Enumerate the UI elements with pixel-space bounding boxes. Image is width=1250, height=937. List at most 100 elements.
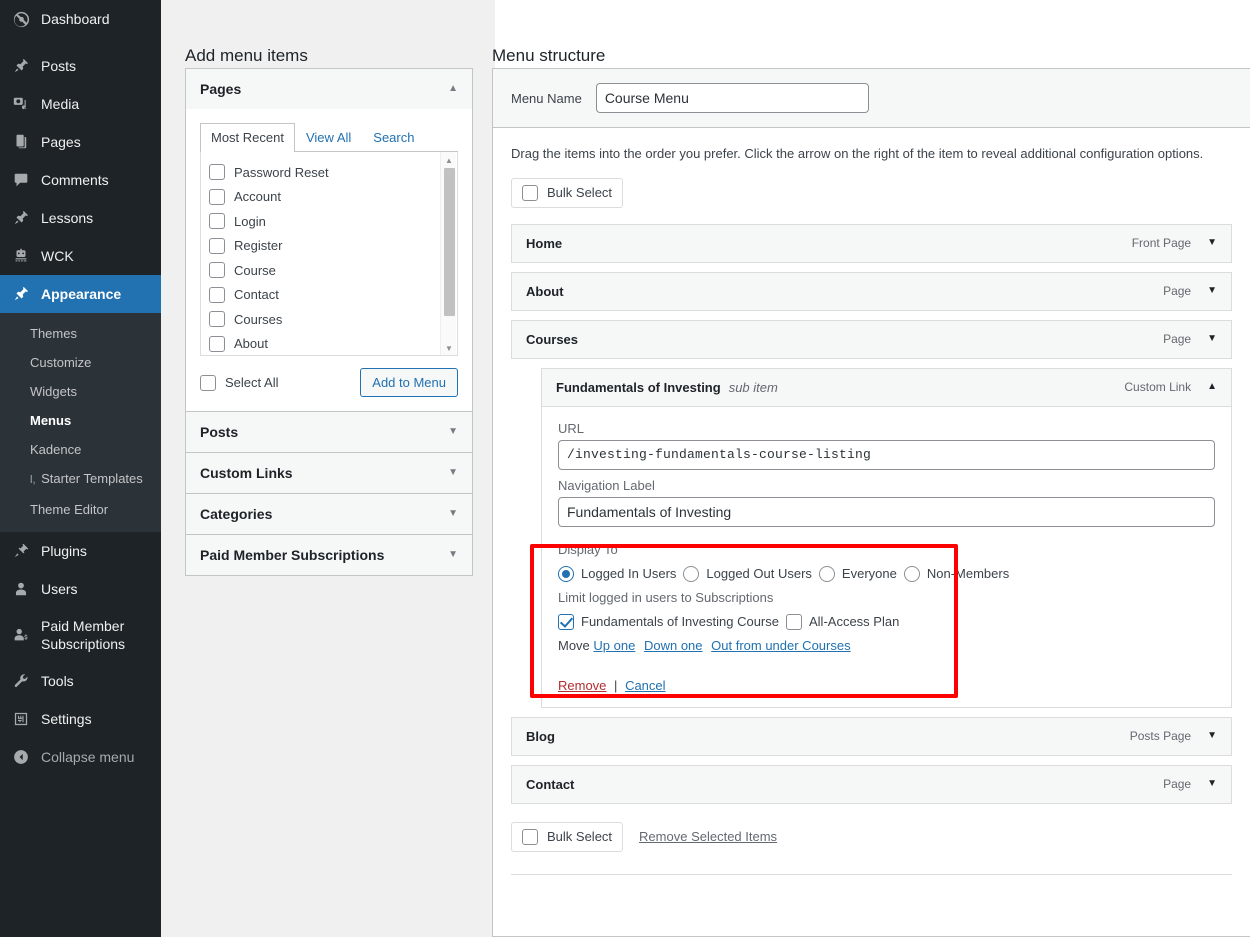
accordion-header-posts[interactable]: Posts ▼ [186,412,472,452]
chevron-down-icon[interactable]: ▼ [448,509,458,519]
page-checkbox[interactable] [209,237,225,254]
radio-non-members[interactable]: Non-Members [903,563,1009,585]
bulk-select-bottom[interactable]: Bulk Select [511,821,624,852]
checkbox-all-access-plan[interactable]: All-Access Plan [786,611,899,633]
menu-item-fundamentals-of-investing[interactable]: Fundamentals of Investing sub item Custo… [541,367,1232,708]
submenu-item-kadence[interactable]: Kadence [0,435,161,464]
list-item[interactable]: Register [209,234,457,259]
sidebar-item-settings[interactable]: Settings [0,700,161,738]
remove-selected-items-link[interactable]: Remove Selected Items [639,829,777,844]
page-checkbox[interactable] [209,213,225,230]
chevron-up-icon[interactable]: ▲ [1207,382,1217,392]
bulk-select-checkbox[interactable] [522,828,538,845]
page-checkbox[interactable] [209,311,225,328]
sidebar-item-posts[interactable]: Posts [0,47,161,85]
radio-input[interactable] [903,565,920,582]
chevron-up-icon[interactable]: ▲ [448,84,458,94]
add-to-menu-button[interactable]: Add to Menu [360,368,458,397]
bulk-select-top[interactable]: Bulk Select [511,177,624,208]
sidebar-item-media[interactable]: Media [0,85,161,123]
checkbox-fundamentals-of-investing-course[interactable]: Fundamentals of Investing Course [558,611,779,633]
sidebar-item-lessons[interactable]: Lessons [0,199,161,237]
menu-item-bar[interactable]: Contact Page ▼ [512,766,1231,803]
chevron-down-icon[interactable]: ▼ [448,468,458,478]
accordion-header-categories[interactable]: Categories ▼ [186,494,472,534]
radio-input[interactable] [558,565,574,582]
move-up-one-link[interactable]: Up one [593,638,635,653]
tab-most-recent[interactable]: Most Recent [200,123,295,152]
list-item[interactable]: Login [209,209,457,234]
menu-name-input[interactable] [595,83,869,113]
menu-item-courses[interactable]: Courses Page ▼ [511,319,1232,359]
sidebar-item-plugins[interactable]: Plugins [0,532,161,570]
list-item[interactable]: Contact [209,283,457,308]
menu-item-about[interactable]: About Page ▼ [511,271,1232,311]
sidebar-item-dashboard[interactable]: Dashboard [0,0,161,38]
sidebar-item-collapse-menu[interactable]: Collapse menu [0,738,161,776]
accordion-header-pages[interactable]: Pages ▲ [186,69,472,109]
scroll-up-icon[interactable]: ▲ [441,152,457,168]
select-all-control[interactable]: Select All [200,374,278,391]
sidebar-item-appearance[interactable]: Appearance [0,275,161,313]
menu-item-contact[interactable]: Contact Page ▼ [511,764,1232,804]
menu-item-bar[interactable]: Home Front Page ▼ [512,225,1231,262]
menu-item-bar[interactable]: Courses Page ▼ [512,321,1231,358]
radio-logged-out-users[interactable]: Logged Out Users [683,563,812,585]
subscription-checkbox[interactable] [786,613,802,630]
scroll-down-icon[interactable]: ▼ [441,340,457,355]
pages-list-scrollbar[interactable]: ▲ ▼ [440,152,457,355]
submenu-item-starter-templates[interactable]: l, Starter Templates [0,464,161,495]
menu-item-bar[interactable]: Blog Posts Page ▼ [512,718,1231,755]
submenu-item-themes[interactable]: Themes [0,319,161,348]
menu-item-bar[interactable]: Fundamentals of Investing sub item Custo… [542,368,1231,407]
radio-everyone[interactable]: Everyone [818,563,897,585]
sidebar-item-tools[interactable]: Tools [0,662,161,700]
menu-item-bar[interactable]: About Page ▼ [512,273,1231,310]
list-item[interactable]: Course [209,258,457,283]
pages-checkbox-list[interactable]: Password Reset Account Login Register Co… [200,152,458,356]
subscription-checkbox[interactable] [558,613,574,630]
chevron-down-icon[interactable]: ▼ [1207,731,1217,741]
page-checkbox[interactable] [209,188,225,205]
radio-logged-in-users[interactable]: Logged In Users [558,563,676,585]
sidebar-item-comments[interactable]: Comments [0,161,161,199]
url-input[interactable] [558,439,1215,470]
radio-input[interactable] [818,565,835,582]
page-checkbox[interactable] [209,164,225,181]
move-out-from-under-link[interactable]: Out from under Courses [711,638,850,653]
tab-view-all[interactable]: View All [295,123,362,152]
page-checkbox[interactable] [209,335,225,352]
page-checkbox[interactable] [209,286,225,303]
submenu-item-customize[interactable]: Customize [0,348,161,377]
list-item[interactable]: About [209,332,457,356]
chevron-down-icon[interactable]: ▼ [1207,238,1217,248]
sidebar-item-wck[interactable]: WCK [0,237,161,275]
bulk-select-checkbox[interactable] [522,184,538,201]
tab-search[interactable]: Search [362,123,425,152]
accordion-header-custom-links[interactable]: Custom Links ▼ [186,453,472,493]
select-all-checkbox[interactable] [200,374,216,391]
chevron-down-icon[interactable]: ▼ [1207,286,1217,296]
remove-link[interactable]: Remove [558,678,606,693]
submenu-item-theme-editor[interactable]: Theme Editor [0,495,161,524]
menu-item-blog[interactable]: Blog Posts Page ▼ [511,716,1232,756]
list-item[interactable]: Password Reset [209,160,457,185]
chevron-down-icon[interactable]: ▼ [1207,779,1217,789]
sidebar-item-pages[interactable]: Pages [0,123,161,161]
chevron-down-icon[interactable]: ▼ [448,427,458,437]
move-down-one-link[interactable]: Down one [644,638,703,653]
navigation-label-input[interactable] [558,496,1215,527]
cancel-link[interactable]: Cancel [625,678,665,693]
chevron-down-icon[interactable]: ▼ [448,550,458,560]
submenu-item-widgets[interactable]: Widgets [0,377,161,406]
menu-item-home[interactable]: Home Front Page ▼ [511,223,1232,263]
scrollbar-thumb[interactable] [444,168,455,316]
list-item[interactable]: Courses [209,307,457,332]
sidebar-item-paid-member-subscriptions[interactable]: Paid Member Subscriptions [0,608,161,662]
sidebar-item-users[interactable]: Users [0,570,161,608]
list-item[interactable]: Account [209,185,457,210]
chevron-down-icon[interactable]: ▼ [1207,334,1217,344]
accordion-header-paid-member-subscriptions[interactable]: Paid Member Subscriptions ▼ [186,535,472,575]
radio-input[interactable] [683,565,700,582]
submenu-item-menus[interactable]: Menus [0,406,161,435]
